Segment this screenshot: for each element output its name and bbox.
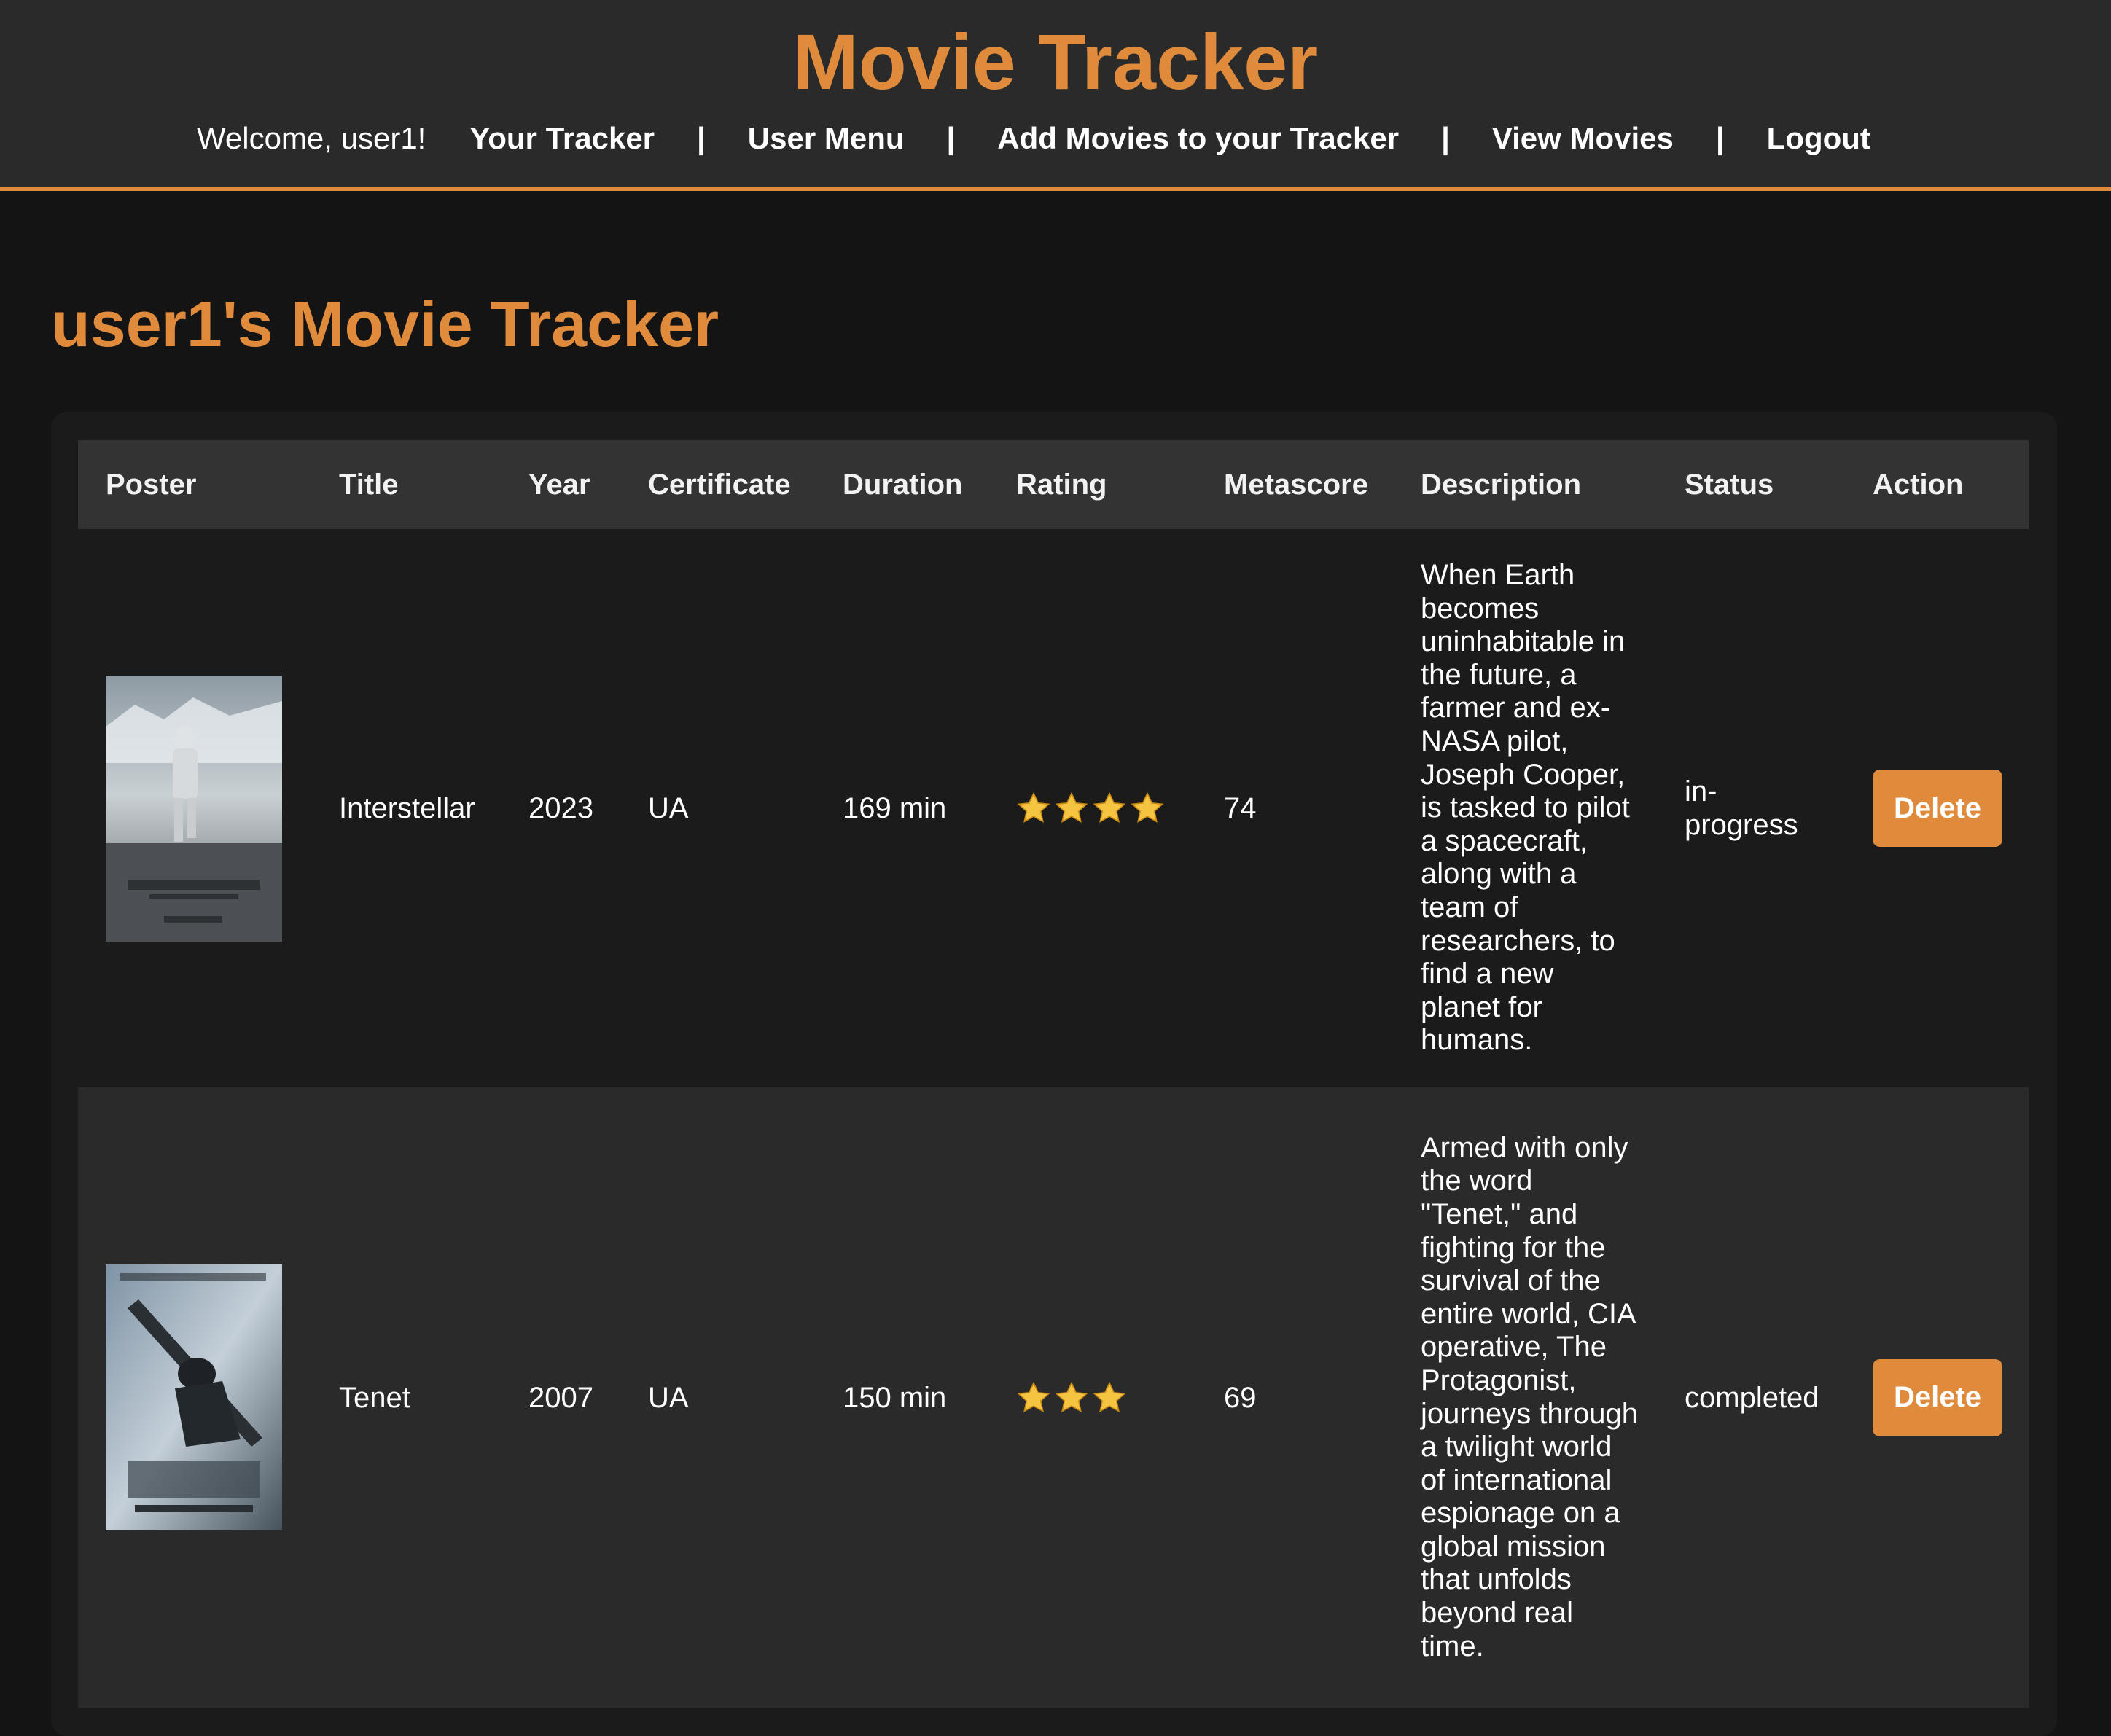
nav-link-add-movies[interactable]: Add Movies to your Tracker <box>997 117 1399 160</box>
site-title: Movie Tracker <box>792 17 1319 106</box>
column-header-metascore: Metascore <box>1196 440 1393 529</box>
movie-certificate: UA <box>620 1087 815 1708</box>
nav-separator: | <box>1441 121 1450 155</box>
nav-link-user-menu[interactable]: User Menu <box>748 117 905 160</box>
star-rating <box>1016 791 1196 826</box>
star-rating <box>1016 1380 1196 1415</box>
nav-separator: | <box>1715 121 1725 155</box>
movie-description-cell: When Earth becomes uninhabitable in the … <box>1393 529 1657 1087</box>
column-header-rating: Rating <box>988 440 1196 529</box>
welcome-message: Welcome, user1! <box>197 121 426 155</box>
poster-cell <box>78 529 311 1087</box>
movie-status: completed <box>1685 1381 1819 1414</box>
movie-rating <box>988 1087 1196 1708</box>
page-title: user1's Movie Tracker <box>51 288 719 360</box>
star-icon <box>1017 791 1050 823</box>
column-header-certificate: Certificate <box>620 440 815 529</box>
interstellar-poster <box>106 675 282 942</box>
movie-year: 2023 <box>501 529 620 1087</box>
star-icon <box>1131 791 1164 823</box>
nav-link-logout[interactable]: Logout <box>1767 117 1870 160</box>
tenet-poster <box>106 1264 282 1530</box>
column-header-poster: Poster <box>78 440 311 529</box>
movie-duration: 150 min <box>815 1087 988 1708</box>
movie-title: Interstellar <box>311 529 501 1087</box>
star-icon <box>1055 1381 1088 1412</box>
star-icon <box>1017 1381 1050 1412</box>
movie-description: Armed with only the word "Tenet," and fi… <box>1421 1131 1638 1662</box>
table-row: Tenet 2007 UA 150 min 69 Armed with only… <box>78 1087 2029 1708</box>
column-header-action: Action <box>1845 440 2029 529</box>
movie-status-cell: in-progress <box>1657 529 1845 1087</box>
star-icon <box>1093 791 1126 823</box>
top-header: Movie Tracker Welcome, user1! Your Track… <box>0 0 2111 191</box>
delete-button[interactable]: Delete <box>1873 1358 2002 1436</box>
nav-separator: | <box>697 121 706 155</box>
table-row: Interstellar 2023 UA 169 min 74 When Ear… <box>78 529 2029 1087</box>
column-header-status: Status <box>1657 440 1845 529</box>
movie-description-cell: Armed with only the word "Tenet," and fi… <box>1393 1087 1657 1708</box>
column-header-year: Year <box>501 440 620 529</box>
movie-rating <box>988 529 1196 1087</box>
nav-link-your-tracker[interactable]: Your Tracker <box>469 117 655 160</box>
movie-description: When Earth becomes uninhabitable in the … <box>1421 559 1630 1057</box>
movie-duration: 169 min <box>815 529 988 1087</box>
movie-certificate: UA <box>620 529 815 1087</box>
poster-cell <box>78 1087 311 1708</box>
table-header-row: Poster Title Year Certificate Duration R… <box>78 440 2029 529</box>
movie-metascore: 74 <box>1196 529 1393 1087</box>
action-cell: Delete <box>1845 529 2029 1087</box>
star-icon <box>1055 791 1088 823</box>
movie-status-cell: completed <box>1657 1087 1845 1708</box>
column-header-title: Title <box>311 440 501 529</box>
star-icon <box>1093 1381 1126 1412</box>
column-header-description: Description <box>1393 440 1657 529</box>
movie-metascore: 69 <box>1196 1087 1393 1708</box>
nav-link-view-movies[interactable]: View Movies <box>1492 117 1674 160</box>
tracker-table: Poster Title Year Certificate Duration R… <box>78 440 2029 1708</box>
delete-button[interactable]: Delete <box>1873 770 2002 847</box>
action-cell: Delete <box>1845 1087 2029 1708</box>
column-header-duration: Duration <box>815 440 988 529</box>
movie-title: Tenet <box>311 1087 501 1708</box>
movie-status: in-progress <box>1685 775 1798 841</box>
movie-year: 2007 <box>501 1087 620 1708</box>
main-nav: Welcome, user1! Your Tracker | User Menu… <box>197 117 1870 160</box>
nav-separator: | <box>946 121 956 155</box>
